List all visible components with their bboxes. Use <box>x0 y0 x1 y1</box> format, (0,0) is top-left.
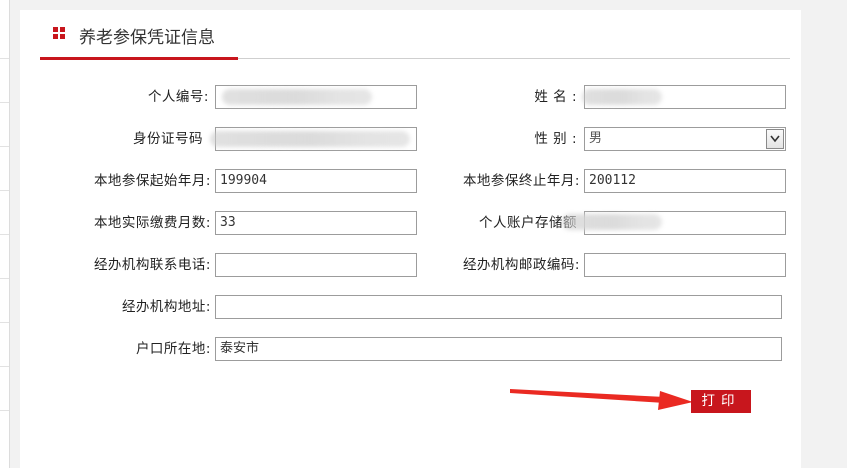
agency-postcode-label: 经办机构邮政编码: <box>462 257 580 273</box>
redaction-blur <box>582 89 662 105</box>
header-accent-bar <box>40 57 238 60</box>
redaction-blur <box>222 89 372 105</box>
page-title: 养老参保凭证信息 <box>79 28 215 48</box>
agency-address-field[interactable] <box>215 295 782 319</box>
grid-squares-icon <box>53 27 65 39</box>
id-card-label: 身份证号码 <box>133 131 203 147</box>
gender-select[interactable]: 男 <box>584 127 786 151</box>
insured-start-label: 本地参保起始年月: <box>93 173 211 189</box>
print-button[interactable]: 打印 <box>691 390 751 413</box>
chevron-down-icon <box>770 135 780 143</box>
agency-postcode-field[interactable] <box>584 253 786 277</box>
agency-phone-field[interactable] <box>215 253 417 277</box>
select-dropdown-button[interactable] <box>766 129 784 149</box>
redaction-blur <box>562 214 662 230</box>
agency-address-label: 经办机构地址: <box>121 299 211 315</box>
months-paid-field[interactable]: 33 <box>215 211 417 235</box>
insured-end-label: 本地参保终止年月: <box>462 173 580 189</box>
panel-header: 养老参保凭证信息 <box>20 10 801 60</box>
left-sidebar-strip <box>0 0 10 468</box>
hukou-location-field[interactable]: 泰安市 <box>215 337 782 361</box>
name-label: 姓 名 : <box>534 89 577 105</box>
pension-certificate-panel: 养老参保凭证信息 <box>20 10 801 468</box>
hukou-location-label: 户口所在地: <box>135 341 211 357</box>
redaction-blur <box>210 131 410 147</box>
agency-phone-label: 经办机构联系电话: <box>93 257 211 273</box>
insured-start-field[interactable]: 199904 <box>215 169 417 193</box>
months-paid-label: 本地实际缴费月数: <box>93 215 211 231</box>
gender-label: 性 别 : <box>534 131 577 147</box>
insured-end-field[interactable]: 200112 <box>584 169 786 193</box>
personal-id-label: 个人编号: <box>147 89 209 105</box>
